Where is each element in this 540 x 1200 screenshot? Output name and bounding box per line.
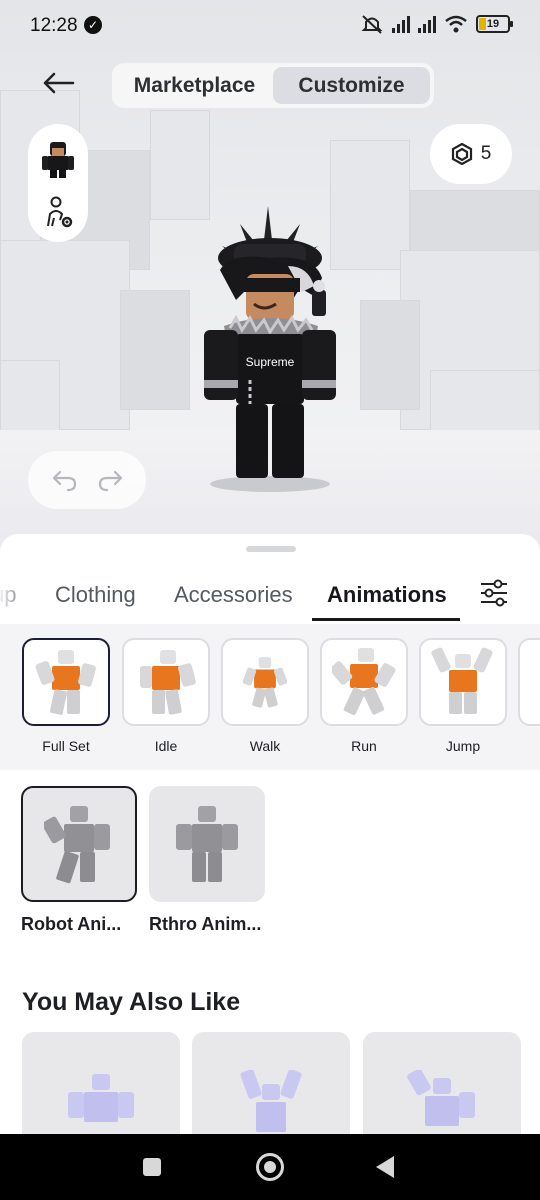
- anim-thumb: [22, 638, 110, 726]
- pack-name: Rthro Anim...: [149, 914, 262, 934]
- scene-block: [360, 300, 420, 410]
- back-button[interactable]: [38, 66, 78, 106]
- figure-lavender-icon: [68, 1074, 134, 1122]
- anim-type-label: Full Set: [42, 738, 90, 754]
- mode-switcher: Marketplace Customize: [112, 63, 434, 108]
- figure-orange-icon: [35, 650, 96, 715]
- tab-accessories[interactable]: Accessories: [174, 582, 293, 608]
- pack-thumb: [149, 786, 265, 902]
- battery-icon: 19: [476, 15, 513, 33]
- recommendation-card[interactable]: [363, 1032, 521, 1142]
- figure-lavender-icon: [240, 1070, 302, 1132]
- recommendation-card[interactable]: [22, 1032, 180, 1142]
- pack-name: Robot Ani...: [21, 914, 122, 934]
- arrow-left-icon: [43, 72, 75, 94]
- status-time: 12:28: [30, 15, 78, 36]
- tab-customize[interactable]: Customize: [273, 67, 430, 104]
- sheet-drag-handle[interactable]: [246, 546, 296, 552]
- figure-orange-icon: [242, 657, 288, 708]
- robux-balance[interactable]: 5: [430, 124, 512, 184]
- filter-button[interactable]: [478, 577, 512, 611]
- tab-animations[interactable]: Animations: [327, 582, 447, 608]
- figure-lavender-icon: [407, 1070, 475, 1126]
- wifi-icon: [445, 15, 467, 33]
- anim-type-run[interactable]: Run: [320, 638, 408, 754]
- animation-type-strip: Full Set Idle Walk Run Jump: [0, 624, 540, 770]
- robux-icon: [451, 143, 472, 165]
- recents-icon[interactable]: [143, 1158, 161, 1176]
- anim-type-label: Idle: [154, 738, 178, 754]
- system-nav-bar: [0, 1134, 540, 1200]
- anim-type-label: Run: [351, 738, 377, 754]
- undo-icon[interactable]: [50, 468, 78, 492]
- battery-level: 19: [486, 18, 500, 30]
- signal-icon: [418, 15, 436, 33]
- avatar-thumbnail[interactable]: [42, 140, 74, 178]
- figure-orange-icon: [431, 647, 493, 714]
- pack-rthro-animation[interactable]: Rthro Anim...: [149, 786, 265, 935]
- anim-type-idle[interactable]: Idle: [122, 638, 210, 754]
- scene-block: [120, 290, 190, 410]
- robux-amount: 5: [480, 143, 492, 164]
- avatar-settings-icon[interactable]: [44, 196, 74, 230]
- anim-thumb: [221, 638, 309, 726]
- anim-type-jump[interactable]: Jump: [419, 638, 507, 754]
- anim-thumb: [518, 638, 540, 726]
- tab-marketplace[interactable]: Marketplace: [116, 67, 273, 104]
- avatar-figure[interactable]: Supreme: [190, 200, 350, 500]
- sliders-icon: [481, 579, 507, 607]
- customize-sheet: up Clothing Accessories Animations: [0, 534, 540, 1142]
- tabs-fade-left: [0, 572, 30, 624]
- undo-redo-controls: [28, 451, 146, 509]
- svg-text:Supreme: Supreme: [246, 355, 295, 369]
- anim-thumb: [419, 638, 507, 726]
- anim-type-more-partial[interactable]: [518, 638, 540, 726]
- status-icons: 19: [360, 14, 513, 34]
- back-triangle-icon[interactable]: [376, 1156, 394, 1178]
- figure-orange-icon: [140, 650, 196, 715]
- active-tab-indicator: [312, 618, 460, 621]
- tab-clothing[interactable]: Clothing: [55, 582, 136, 608]
- pack-robot-animation[interactable]: Robot Ani...: [21, 786, 137, 935]
- figure-orange-icon: [332, 648, 396, 716]
- anim-type-full-set[interactable]: Full Set: [22, 638, 110, 754]
- anim-type-label: Walk: [249, 738, 281, 754]
- avatar-side-controls: [28, 124, 88, 242]
- anim-type-label: Jump: [445, 738, 481, 754]
- figure-gray-icon: [176, 806, 238, 882]
- category-tabs: up Clothing Accessories Animations: [0, 572, 540, 624]
- signal-icon: [392, 15, 410, 33]
- status-bar: 12:28 ✓ 19: [0, 0, 540, 50]
- home-icon[interactable]: [256, 1153, 284, 1181]
- mute-icon: [361, 15, 383, 34]
- verified-badge-icon: ✓: [84, 16, 102, 34]
- redo-icon[interactable]: [97, 468, 125, 492]
- figure-gray-icon: [44, 806, 110, 884]
- anim-thumb: [122, 638, 210, 726]
- anim-thumb: [320, 638, 408, 726]
- section-title-you-may-also-like: You May Also Like: [22, 988, 241, 1016]
- pack-thumb: [21, 786, 137, 902]
- anim-type-walk[interactable]: Walk: [221, 638, 309, 754]
- recommendation-card[interactable]: [192, 1032, 350, 1142]
